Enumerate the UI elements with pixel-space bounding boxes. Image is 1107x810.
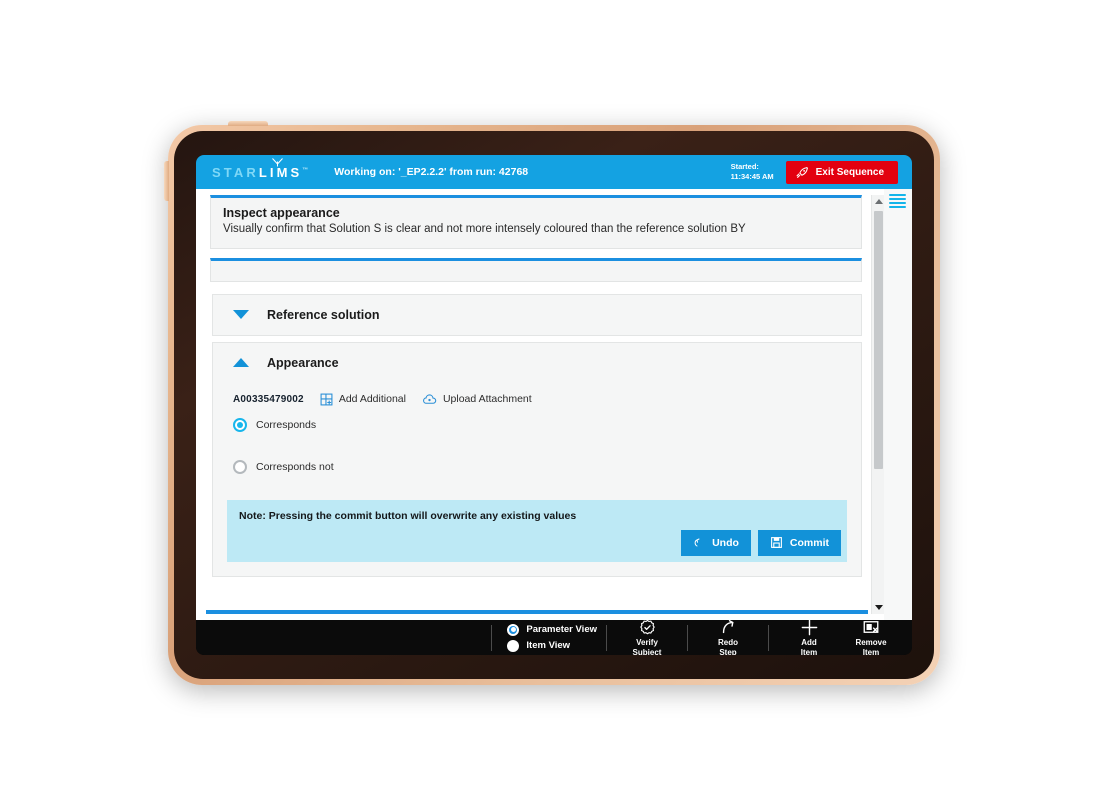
add-item-line1: Add <box>801 638 817 648</box>
volume-button[interactable] <box>228 121 268 126</box>
undo-arrow-icon <box>694 538 700 547</box>
redo-step-button[interactable]: Redo Step <box>697 618 759 655</box>
plus-icon <box>800 618 819 636</box>
started-time: 11:34:45 AM <box>730 172 774 181</box>
verify-badge-icon <box>639 618 656 636</box>
accordion-body-appearance: A00335479002 Add Additional Upload Attac… <box>213 383 861 576</box>
upload-attachment-label: Upload Attachment <box>442 393 532 406</box>
started-label: Started: <box>730 161 759 171</box>
add-item-label: Add Item <box>801 638 817 655</box>
sample-row: A00335479002 Add Additional Upload Attac… <box>227 389 847 412</box>
redo-step-line2: Step <box>719 647 737 656</box>
remove-item-line1: Remove <box>855 638 887 648</box>
accordion-reference-solution: Reference solution <box>212 293 862 336</box>
verify-subject-line1: Verify <box>636 638 658 648</box>
started-time-block: Started: 11:34:45 AM <box>731 162 774 182</box>
app-header: STARLIMS™ Working on: '_EP2.2.2' from ru… <box>196 155 912 189</box>
radio-label-corresponds-not: Corresponds not <box>256 460 334 473</box>
accordion-title-reference-solution: Reference solution <box>267 307 380 322</box>
verify-subject-label: Verify Subject <box>633 638 662 655</box>
view-toggle-group: Parameter View Item View <box>501 623 597 652</box>
redo-step-label: Redo Step <box>718 638 738 655</box>
note-action-group: Undo Commit <box>681 529 841 556</box>
bottom-divider <box>206 610 868 614</box>
logo-star: STAR <box>212 164 259 180</box>
option-corresponds[interactable]: Corresponds <box>227 412 847 438</box>
verify-subject-button[interactable]: Verify Subject <box>616 618 678 655</box>
view-label-item: Item View <box>526 640 571 651</box>
toolbar-divider <box>687 624 688 651</box>
power-button[interactable] <box>164 161 169 201</box>
accordion-group: Reference solution Appearance A003354790… <box>212 293 862 577</box>
toolbar-divider <box>606 624 607 651</box>
starlims-logo: STARLIMS™ <box>212 157 309 180</box>
redo-step-line1: Redo <box>718 638 738 648</box>
add-additional-button[interactable]: Add Additional <box>320 393 406 406</box>
toolbar-divider <box>768 624 769 651</box>
instruction-text: Visually confirm that Solution S is clea… <box>223 223 746 236</box>
commit-button[interactable]: Commit <box>757 529 841 556</box>
commit-note-bar: Note: Pressing the commit button will ov… <box>227 499 847 562</box>
radio-label-corresponds: Corresponds <box>256 418 317 431</box>
remove-item-button[interactable]: Remove Item <box>840 618 902 655</box>
instruction-panel: Inspect appearance Visually confirm that… <box>210 195 862 249</box>
radio-corresponds-not[interactable] <box>233 459 247 474</box>
radio-item-view[interactable] <box>507 639 520 652</box>
bottom-toolbar: Parameter View Item View Verify Subject … <box>196 618 912 655</box>
rocket-icon <box>796 166 808 178</box>
page-title: Inspect appearance <box>223 206 340 220</box>
menu-column <box>884 189 912 620</box>
header-right-group: Started: 11:34:45 AM Exit Sequence <box>731 160 912 184</box>
radio-parameter-view[interactable] <box>507 623 520 636</box>
radio-corresponds[interactable] <box>233 417 247 432</box>
device-screen: STARLIMS™ Working on: '_EP2.2.2' from ru… <box>196 155 912 655</box>
toolbar-divider <box>491 624 493 651</box>
content-scrollbar[interactable] <box>871 195 885 614</box>
device-bezel: STARLIMS™ Working on: '_EP2.2.2' from ru… <box>174 131 934 679</box>
hamburger-menu-icon[interactable] <box>889 194 906 208</box>
accordion-header-reference-solution[interactable]: Reference solution <box>213 295 861 335</box>
accordion-header-appearance[interactable]: Appearance <box>213 343 861 383</box>
chevron-down-icon <box>233 310 249 320</box>
working-on-label: Working on: '_EP2.2.2' from run: 42768 <box>334 166 529 178</box>
view-option-parameter[interactable]: Parameter View <box>507 623 597 636</box>
add-grid-icon <box>320 393 333 406</box>
remove-box-icon <box>862 618 880 636</box>
exit-sequence-button[interactable]: Exit Sequence <box>785 160 898 184</box>
add-additional-label: Add Additional <box>338 393 406 406</box>
add-item-line2: Item <box>800 647 818 656</box>
option-corresponds-not[interactable]: Corresponds not <box>227 454 847 480</box>
starlims-mark-icon <box>272 157 283 166</box>
remove-item-line2: Item <box>862 647 880 656</box>
content-column: Inspect appearance Visually confirm that… <box>196 189 885 620</box>
undo-button[interactable]: Undo <box>681 529 751 556</box>
exit-sequence-label: Exit Sequence <box>815 166 884 178</box>
save-disk-icon <box>770 537 782 549</box>
app-body: Inspect appearance Visually confirm that… <box>196 189 912 620</box>
accordion-title-appearance: Appearance <box>267 355 339 370</box>
scrollbar-thumb[interactable] <box>874 211 883 469</box>
tablet-device: STARLIMS™ Working on: '_EP2.2.2' from ru… <box>164 121 940 685</box>
verify-subject-line2: Subject <box>632 647 662 656</box>
add-item-button[interactable]: Add Item <box>778 618 840 655</box>
commit-label: Commit <box>789 536 829 549</box>
upload-attachment-button[interactable]: Upload Attachment <box>422 393 532 406</box>
cloud-upload-icon <box>423 394 437 404</box>
undo-label: Undo <box>712 536 739 549</box>
chevron-up-icon <box>233 358 249 368</box>
remove-item-label: Remove Item <box>855 638 886 655</box>
logo-lims: LIMS <box>258 164 303 180</box>
accordion-appearance: Appearance A00335479002 Add Additional U… <box>212 341 862 577</box>
logo-tm: ™ <box>302 167 309 174</box>
secondary-panel <box>210 257 862 282</box>
view-option-item[interactable]: Item View <box>507 639 597 652</box>
view-label-parameter: Parameter View <box>526 624 597 635</box>
commit-note-text: Note: Pressing the commit button will ov… <box>239 509 577 522</box>
redo-arrow-icon <box>720 618 737 636</box>
sample-id: A00335479002 <box>233 393 304 405</box>
